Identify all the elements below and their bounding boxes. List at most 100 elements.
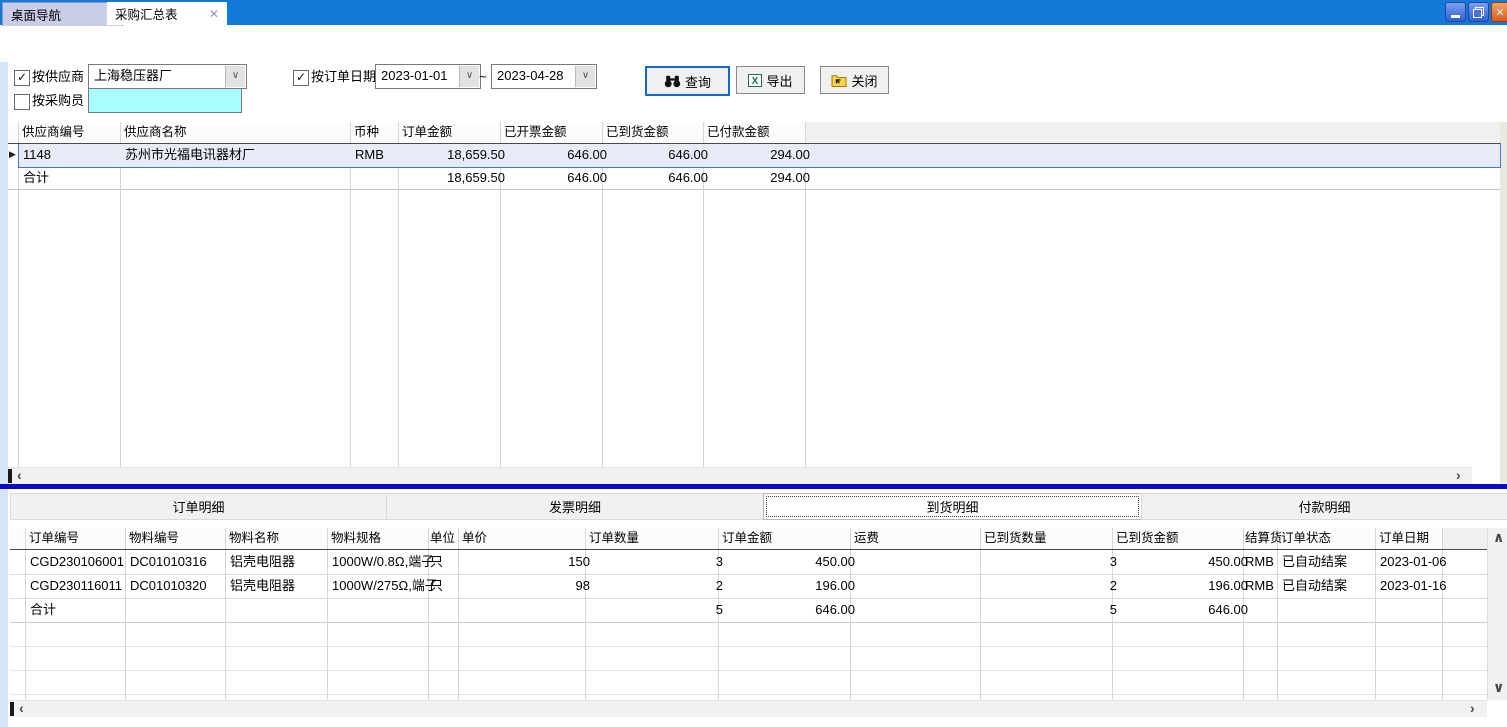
detail-total-label: 合计	[25, 598, 135, 622]
close-form-button[interactable]: 关闭	[820, 66, 889, 94]
cell-supplier-code[interactable]: 1148	[18, 143, 130, 166]
detail-cell[interactable]: 2	[585, 574, 728, 598]
column-header-unit-price[interactable]: 单价	[458, 528, 593, 549]
cell-supplier-name[interactable]: 苏州市光福电讯器材厂	[120, 143, 360, 166]
cell-order-amount[interactable]: 18,659.50	[398, 143, 510, 166]
cell-paid-amount[interactable]: 294.00	[703, 143, 815, 166]
scroll-left-icon[interactable]: ‹	[17, 468, 22, 483]
detail-cell[interactable]: 2023-01-06	[1375, 550, 1465, 574]
detail-cell[interactable]: RMB	[1243, 550, 1281, 574]
column-header-order-qty[interactable]: 订单数量	[585, 528, 726, 549]
column-header-settlement-currency[interactable]: 结算货币	[1243, 528, 1281, 549]
buyer-filter-checkbox[interactable]	[14, 94, 30, 110]
column-header-paid-amount[interactable]: 已付款金额	[703, 122, 813, 143]
detail-total-received-qty: 5	[980, 598, 1122, 622]
detail-cell[interactable]: 铝壳电阻器	[225, 574, 337, 598]
detail-tab-order[interactable]: 订单明细	[10, 493, 387, 520]
detail-vertical-scrollbar[interactable]: ∧ ∨	[1487, 528, 1507, 700]
detail-tab-invoice[interactable]: 发票明细	[386, 493, 764, 520]
scrollbar-thumb[interactable]	[10, 702, 14, 716]
column-header-order-no[interactable]: 订单编号	[25, 528, 133, 549]
right-edge-strip	[1500, 122, 1507, 483]
column-header-received-amount[interactable]: 已到货金额	[1112, 528, 1251, 549]
column-header-order-date[interactable]: 订单日期	[1375, 528, 1450, 549]
detail-cell[interactable]: 1000W/0.8Ω,端子	[327, 550, 438, 574]
scrollbar-thumb[interactable]	[8, 469, 12, 483]
column-header-order-amount[interactable]: 订单金额	[718, 528, 858, 549]
detail-cell[interactable]	[850, 574, 990, 598]
column-header-material-name[interactable]: 物料名称	[225, 528, 335, 549]
date-filter-checkbox[interactable]: ✓	[293, 70, 309, 86]
detail-table: 订单编号 物料编号 物料名称 物料规格 单位 单价 订单数量 订单金额 运费 已…	[10, 528, 1487, 700]
column-header-freight[interactable]: 运费	[850, 528, 988, 549]
detail-cell[interactable]: 150	[458, 550, 595, 574]
detail-cell[interactable]: 98	[458, 574, 595, 598]
detail-cell[interactable]: 已自动结案	[1277, 574, 1385, 598]
detail-total-received-amount: 646.00	[1112, 598, 1253, 622]
column-header-order-status[interactable]: 订单状态	[1277, 528, 1383, 549]
detail-cell[interactable]: 450.00	[718, 550, 860, 574]
scroll-up-icon[interactable]: ∧	[1493, 530, 1504, 545]
cell-received-amount[interactable]: 646.00	[602, 143, 713, 166]
detail-cell[interactable]: 只	[428, 550, 462, 574]
close-tab-icon[interactable]: ✕	[203, 7, 219, 21]
cell-invoiced-amount[interactable]: 646.00	[500, 143, 612, 166]
date-from-select[interactable]: 2023-01-01 ∨	[375, 64, 481, 89]
scroll-left-icon[interactable]: ‹	[19, 701, 24, 716]
detail-cell[interactable]: 450.00	[1112, 550, 1253, 574]
column-header-supplier-name[interactable]: 供应商名称	[120, 122, 358, 143]
query-button-label: 查询	[685, 72, 711, 91]
detail-cell[interactable]: 铝壳电阻器	[225, 550, 337, 574]
splitter-bar[interactable]	[0, 484, 1507, 489]
column-header-material-spec[interactable]: 物料规格	[327, 528, 436, 549]
column-header-received-qty[interactable]: 已到货数量	[980, 528, 1120, 549]
column-header-received-amount[interactable]: 已到货金额	[602, 122, 711, 143]
scroll-down-icon[interactable]: ∨	[1493, 680, 1504, 695]
tab-purchase-summary[interactable]: 采购汇总表 ✕	[107, 2, 227, 25]
minimize-button[interactable]	[1445, 2, 1466, 22]
detail-cell[interactable]: 2	[980, 574, 1122, 598]
supplier-select-value: 上海稳压器厂	[94, 68, 172, 83]
detail-cell[interactable]: RMB	[1243, 574, 1281, 598]
supplier-filter-checkbox[interactable]: ✓	[14, 70, 30, 86]
detail-cell[interactable]: 只	[428, 574, 462, 598]
date-to-select[interactable]: 2023-04-28 ∨	[491, 64, 597, 89]
export-button[interactable]: X 导出	[736, 66, 805, 94]
restore-button[interactable]	[1468, 2, 1489, 22]
detail-cell[interactable]: CGD230106001	[25, 550, 135, 574]
chevron-down-icon[interactable]: ∨	[225, 66, 245, 87]
scroll-right-icon[interactable]: ›	[1456, 468, 1461, 483]
column-header-invoiced-amount[interactable]: 已开票金额	[500, 122, 610, 143]
detail-cell[interactable]: DC01010320	[125, 574, 235, 598]
detail-cell[interactable]: 196.00	[718, 574, 860, 598]
chevron-down-icon[interactable]: ∨	[459, 66, 479, 87]
detail-tab-arrival[interactable]: 到货明细	[763, 493, 1142, 520]
close-form-button-label: 关闭	[851, 71, 877, 90]
detail-cell[interactable]: 已自动结案	[1277, 550, 1385, 574]
check-icon: ✓	[17, 70, 27, 84]
column-header-material-no[interactable]: 物料编号	[125, 528, 233, 549]
column-header-unit[interactable]: 单位	[428, 528, 462, 549]
detail-horizontal-scrollbar[interactable]: ‹ ›	[10, 700, 1487, 717]
buyer-input[interactable]	[88, 88, 242, 113]
detail-cell[interactable]: DC01010316	[125, 550, 235, 574]
detail-tab-payment[interactable]: 付款明细	[1141, 493, 1507, 520]
detail-cell[interactable]: 3	[585, 550, 728, 574]
detail-cell[interactable]: 1000W/275Ω,端子	[327, 574, 438, 598]
scroll-right-icon[interactable]: ›	[1470, 701, 1475, 716]
summary-horizontal-scrollbar[interactable]: ‹ ›	[8, 467, 1472, 484]
detail-cell[interactable]	[850, 550, 990, 574]
detail-cell[interactable]: 3	[980, 550, 1122, 574]
close-window-button[interactable]: ✕	[1491, 2, 1507, 22]
query-button[interactable]: 查询	[645, 66, 730, 96]
supplier-select[interactable]: 上海稳压器厂 ∨	[88, 64, 247, 89]
tab-desktop-navigation[interactable]: 桌面导航	[2, 2, 123, 26]
detail-cell[interactable]: 2023-01-16	[1375, 574, 1465, 598]
column-header-supplier-code[interactable]: 供应商编号	[18, 122, 128, 143]
detail-cell[interactable]: 196.00	[1112, 574, 1253, 598]
column-header-order-amount[interactable]: 订单金额	[398, 122, 508, 143]
detail-cell[interactable]: CGD230116011	[25, 574, 135, 598]
summary-total-order-amount: 18,659.50	[398, 166, 510, 189]
chevron-down-icon[interactable]: ∨	[575, 66, 595, 87]
date-filter-label: 按订单日期	[311, 68, 376, 86]
